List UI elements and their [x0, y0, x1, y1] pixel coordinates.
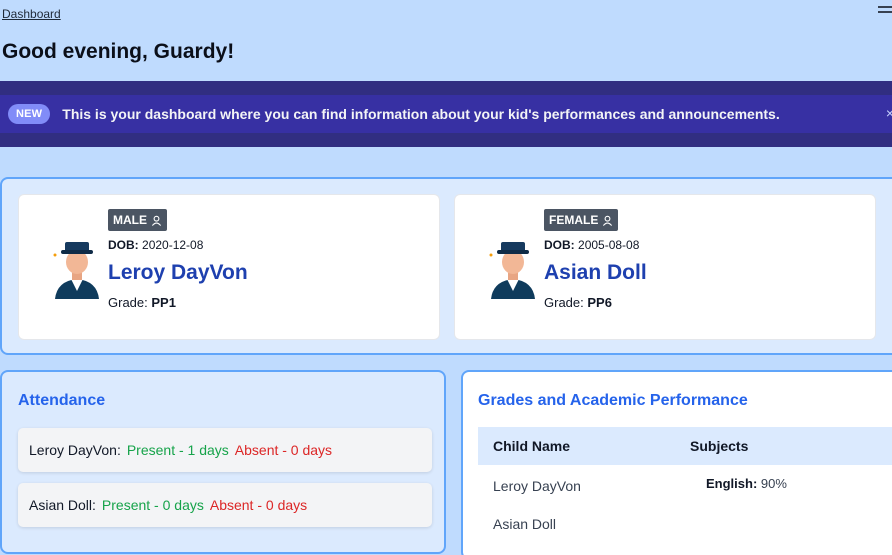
attendance-child-name: Leroy DayVon: [29, 442, 121, 458]
dob-text: DOB: 2020-12-08 [108, 238, 204, 252]
child-card[interactable]: FEMALE DOB: 2005-08-08 Asian Doll Grade:… [454, 194, 876, 340]
menu-icon[interactable] [878, 6, 892, 22]
banner-message: This is your dashboard where you can fin… [62, 106, 780, 122]
grade-text: Grade: PP1 [108, 295, 176, 310]
grade-text: Grade: PP6 [544, 295, 612, 310]
attendance-row: Asian Doll: Present - 0 days Absent - 0 … [18, 483, 432, 527]
grades-row-child-name: Asian Doll [493, 516, 557, 532]
absent-count: Absent - 0 days [234, 442, 333, 458]
grades-table-header: Child Name Subjects [478, 427, 892, 465]
gender-badge: FEMALE [544, 209, 619, 231]
present-count: Present - 0 days [101, 497, 204, 513]
grades-panel: Grades and Academic Performance Child Na… [461, 370, 892, 555]
attendance-title: Attendance [18, 392, 106, 409]
gender-label: MALE [113, 213, 147, 227]
student-avatar-icon [53, 242, 99, 299]
column-header-child-name: Child Name [493, 438, 571, 454]
dob-text: DOB: 2005-08-08 [544, 238, 640, 252]
child-name[interactable]: Leroy DayVon [108, 261, 248, 285]
announcement-banner: NEW This is your dashboard where you can… [0, 81, 892, 147]
gender-label: FEMALE [549, 213, 599, 227]
attendance-panel: Attendance Leroy DayVon: Present - 1 day… [0, 370, 446, 554]
child-card[interactable]: MALE DOB: 2020-12-08 Leroy DayVon Grade:… [18, 194, 440, 340]
student-avatar-icon [489, 242, 535, 299]
subject-score: English: 90% [706, 476, 787, 491]
gender-badge: MALE [108, 209, 167, 231]
greeting-title: Good evening, Guardy! [2, 40, 235, 63]
user-icon [603, 215, 613, 226]
child-name[interactable]: Asian Doll [544, 261, 647, 285]
attendance-child-name: Asian Doll: [29, 497, 96, 513]
attendance-row: Leroy DayVon: Present - 1 days Absent - … [18, 428, 432, 472]
children-panel: MALE DOB: 2020-12-08 Leroy DayVon Grade:… [0, 177, 892, 355]
new-badge: NEW [8, 104, 51, 124]
present-count: Present - 1 days [126, 442, 229, 458]
user-icon [151, 215, 162, 226]
grades-title: Grades and Academic Performance [478, 392, 748, 409]
breadcrumb-dashboard-link[interactable]: Dashboard [2, 7, 61, 21]
column-header-subjects: Subjects [690, 438, 749, 454]
close-icon[interactable]: × [886, 105, 892, 121]
absent-count: Absent - 0 days [209, 497, 308, 513]
grades-row-child-name: Leroy DayVon [493, 478, 581, 494]
